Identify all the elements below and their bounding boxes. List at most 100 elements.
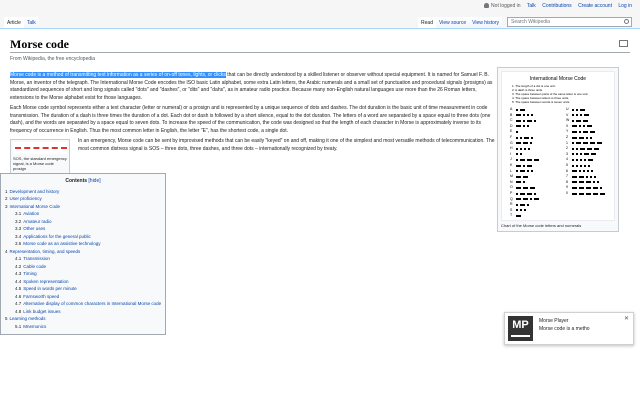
title-row: Morse code — [10, 37, 630, 53]
morse-dot — [580, 164, 582, 167]
toc-item[interactable]: 4 Representation, timing, and speeds — [5, 248, 161, 256]
toc-number: 4.7 — [15, 301, 22, 306]
language-icon[interactable] — [619, 40, 628, 47]
morse-chart-image[interactable]: International Morse Code 1. The length o… — [501, 71, 615, 221]
morse-dash — [534, 198, 539, 201]
morse-dot — [523, 125, 525, 128]
toc-item[interactable]: 4.2 Cable code — [5, 263, 161, 271]
create-account-link[interactable]: Create account — [578, 3, 612, 9]
talk-link[interactable]: Talk — [527, 3, 536, 9]
morse-dash — [516, 119, 521, 122]
toc-item[interactable]: 3.2 Amateur radio — [5, 218, 161, 226]
morse-letter: J — [510, 157, 512, 162]
toc-item[interactable]: 2 User proficiency — [5, 195, 161, 203]
morse-dot — [534, 119, 536, 122]
morse-dash — [580, 147, 585, 150]
morse-dot — [572, 142, 574, 145]
morse-dot — [580, 158, 582, 161]
toc-item[interactable]: 3.3 Other uses — [5, 225, 161, 233]
log-in-link[interactable]: Log in — [618, 3, 632, 9]
toc-item[interactable]: 4.5 Speed in words per minute — [5, 285, 161, 293]
toc-item[interactable]: 4.7 Alternative display of common charact… — [5, 300, 161, 308]
search-icon[interactable] — [624, 19, 629, 24]
morse-dot — [524, 209, 526, 212]
selected-text[interactable]: Morse code is a method of transmitting t… — [10, 72, 226, 78]
morse-dash — [583, 142, 588, 145]
morse-player-logo: MP — [508, 316, 533, 341]
personal-tools: Not logged in Talk Contributions Create … — [479, 3, 632, 9]
morse-dot — [528, 147, 530, 150]
toc-item[interactable]: 4.6 Farnsworth speed — [5, 293, 161, 301]
toc-number: 4.6 — [15, 293, 22, 299]
sos-signal-image[interactable] — [13, 142, 67, 154]
morse-dot — [520, 136, 522, 139]
toc-item[interactable]: 4.3 Timing — [5, 270, 161, 278]
morse-dot — [516, 203, 518, 206]
morse-dot — [527, 114, 529, 117]
close-icon[interactable]: ✕ — [624, 316, 629, 322]
toc-item[interactable]: 3.4 Applications for the general public — [5, 233, 161, 241]
morse-dash — [534, 158, 539, 161]
morse-dot — [523, 164, 525, 167]
toc-item[interactable]: 1 Development and history — [5, 188, 161, 196]
toc-item[interactable]: 4.1 Transmission — [5, 255, 161, 263]
toc-number: 5.1 — [15, 323, 22, 329]
toc-item[interactable]: 5.1 Mnemonics — [5, 323, 161, 331]
morse-dot — [516, 130, 518, 133]
morse-dash — [516, 181, 521, 184]
morse-letter: G — [510, 140, 513, 145]
morse-dash — [579, 192, 584, 195]
morse-dot — [531, 136, 533, 139]
toc-number: 4.1 — [15, 256, 22, 261]
toc-item[interactable]: 4.8 Link budget issues — [5, 308, 161, 316]
morse-dash — [516, 186, 521, 189]
morse-dot — [584, 164, 586, 167]
logo-text: MP — [512, 319, 529, 331]
toc-item[interactable]: 3 International Morse Code — [5, 203, 161, 211]
toc-label: Mnemonics — [23, 323, 47, 329]
morse-dot — [576, 147, 578, 150]
morse-letter: W — [566, 118, 570, 123]
morse-dash — [584, 153, 589, 156]
toc-item[interactable]: 5 Learning methods — [5, 315, 161, 323]
morse-dash — [516, 114, 521, 117]
morse-dot — [587, 170, 589, 173]
toc-number: 4.8 — [15, 308, 22, 314]
search-input[interactable]: Search Wikipedia — [507, 17, 632, 27]
toc-label: Amateur radio — [23, 218, 52, 224]
morse-dash — [520, 170, 525, 173]
morse-dash — [579, 136, 584, 139]
morse-dash — [516, 175, 521, 178]
morse-dash — [586, 181, 591, 184]
morse-dash — [576, 119, 581, 122]
morse-dash — [579, 186, 584, 189]
toc-item[interactable]: 3.1 Aviation — [5, 210, 161, 218]
toc-item[interactable]: 3.5 Morse code as an assistive technology — [5, 240, 161, 248]
toc-hide-link[interactable]: [hide] — [88, 178, 100, 184]
wikipedia-page: Not logged in Talk Contributions Create … — [0, 0, 640, 400]
site-sub: From Wikipedia, the free encyclopedia — [10, 56, 96, 62]
contributions-link[interactable]: Contributions — [542, 3, 571, 9]
morse-letter: 5 — [566, 163, 568, 167]
morse-letter: K — [510, 163, 513, 167]
morse-dash — [587, 125, 592, 128]
morse-dash — [600, 192, 605, 195]
sos-figure: SOS, the standard emergency signal, is a… — [10, 139, 70, 174]
morse-dot — [572, 158, 574, 161]
morse-dash — [520, 203, 525, 206]
search-placeholder: Search Wikipedia — [511, 19, 550, 25]
morse-dot — [520, 153, 522, 156]
toc-number: 3.4 — [15, 233, 22, 239]
toc-list: 1 Development and history 2 User proficienc… — [5, 188, 161, 331]
morse-dot — [527, 125, 529, 128]
toc-label: Representation, timing, and speeds — [9, 248, 81, 254]
morse-dot — [576, 108, 578, 111]
morse-player-notification[interactable]: MP Morse Player Morse code is a metho ✕ — [504, 312, 634, 345]
morse-dot — [527, 170, 529, 173]
morse-dash — [579, 175, 584, 178]
morse-dot — [572, 153, 574, 156]
toc-number: 4.3 — [15, 271, 22, 276]
toc-item[interactable]: 4.4 Spoken representation — [5, 278, 161, 286]
toc-label: Link budget issues — [23, 308, 61, 314]
morse-letter: 2 — [566, 146, 568, 151]
